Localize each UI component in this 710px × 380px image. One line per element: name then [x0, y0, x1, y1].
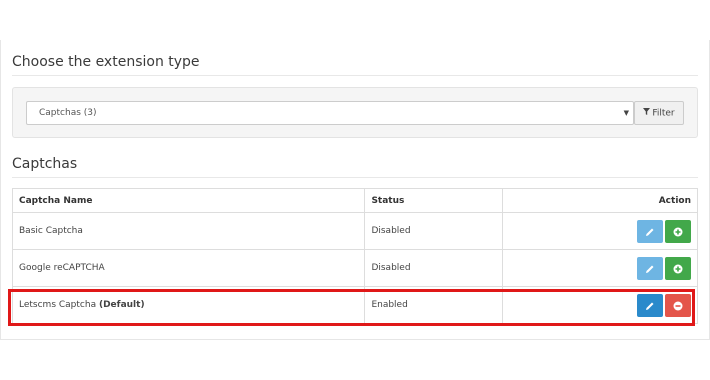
status-cell: Enabled	[364, 286, 504, 324]
column-header-status: Status	[364, 188, 504, 213]
captcha-name-cell: Google reCAPTCHA	[11, 249, 366, 287]
status-cell: Disabled	[364, 212, 504, 250]
captchas-heading: Captchas	[12, 156, 78, 172]
heading-divider	[12, 177, 698, 178]
captcha-name-cell: Basic Captcha	[11, 212, 366, 250]
captchas-table: Captcha Name Status Action Basic Captcha…	[11, 188, 698, 324]
captcha-name: Google reCAPTCHA	[19, 263, 105, 273]
funnel-icon	[643, 102, 651, 124]
table-row: Google reCAPTCHA Disabled	[11, 249, 698, 287]
plus-circle-icon	[673, 264, 683, 273]
captcha-name: Letscms Captcha	[19, 300, 97, 310]
extension-type-heading: Choose the extension type	[12, 54, 200, 70]
plus-circle-icon	[673, 227, 683, 236]
edit-button[interactable]	[637, 256, 663, 280]
table-row: Letscms Captcha (Default) Enabled	[11, 286, 698, 324]
install-button[interactable]	[665, 219, 691, 243]
filter-button-label: Filter	[652, 108, 675, 119]
edit-button[interactable]	[637, 219, 663, 243]
table-row: Basic Captcha Disabled	[11, 212, 698, 250]
install-button[interactable]	[665, 256, 691, 280]
edit-button[interactable]	[637, 293, 663, 317]
column-header-name: Captcha Name	[11, 188, 366, 213]
minus-circle-icon	[673, 301, 683, 310]
default-tag: (Default)	[98, 300, 145, 310]
captcha-name: Basic Captcha	[19, 226, 83, 236]
column-header-action: Action	[502, 188, 698, 213]
pencil-icon	[646, 265, 654, 273]
extension-type-select[interactable]: Captchas (3) ▼	[26, 101, 634, 125]
pencil-icon	[646, 302, 654, 310]
heading-divider	[12, 75, 698, 76]
action-cell	[502, 286, 698, 324]
extension-type-select-value: Captchas (3)	[39, 108, 97, 118]
pencil-icon	[646, 228, 654, 236]
caret-down-icon: ▼	[623, 109, 629, 117]
captcha-name-cell: Letscms Captcha (Default)	[11, 286, 366, 324]
table-header-row: Captcha Name Status Action	[11, 188, 698, 213]
action-cell	[502, 249, 698, 287]
action-cell	[502, 212, 698, 250]
uninstall-button[interactable]	[665, 293, 691, 317]
status-cell: Disabled	[364, 249, 504, 287]
filter-button[interactable]: Filter	[634, 101, 684, 125]
